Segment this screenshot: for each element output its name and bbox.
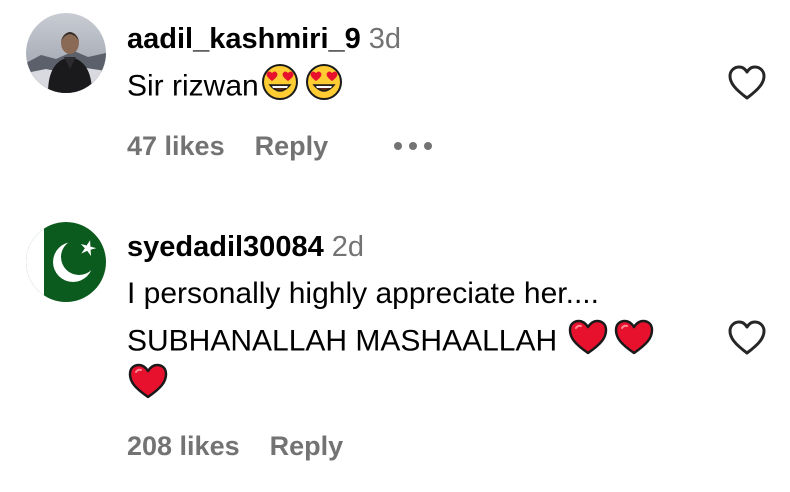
- comment-item: syedadil30084 2d I personally highly appr…: [0, 200, 790, 492]
- avatar[interactable]: [26, 222, 106, 302]
- comment-text-line-3: [127, 362, 169, 411]
- comment-body-line-1: I personally highly appreciate her....: [127, 277, 599, 310]
- likes-count[interactable]: 208 likes: [127, 431, 240, 461]
- like-heart-icon[interactable]: [727, 64, 767, 102]
- comment-meta: 208 likes Reply: [127, 429, 343, 463]
- likes-count[interactable]: 47 likes: [127, 131, 225, 161]
- comment-meta: 47 likes Reply: [127, 129, 328, 163]
- reply-button[interactable]: Reply: [270, 431, 344, 461]
- username-text[interactable]: aadil_kashmiri_9: [127, 23, 361, 55]
- comment-text-line-2: SUBHANALLAH MASHAALLAH: [127, 318, 655, 367]
- comment-body: Sir rizwan: [127, 69, 259, 103]
- comment-body-line-2: SUBHANALLAH MASHAALLAH: [127, 324, 558, 358]
- heart-eyes-emoji: [305, 63, 343, 112]
- red-heart-emoji: [567, 318, 609, 367]
- red-heart-emoji: [613, 318, 655, 367]
- comment-time: 3d: [368, 23, 402, 55]
- avatar[interactable]: [26, 13, 106, 93]
- comment-text: Sir rizwan: [127, 63, 343, 112]
- comment-text-line-1: I personally highly appreciate her....: [127, 274, 599, 314]
- like-heart-icon[interactable]: [727, 319, 767, 357]
- reply-button[interactable]: Reply: [255, 131, 329, 161]
- red-heart-emoji: [127, 362, 169, 411]
- comment-username[interactable]: aadil_kashmiri_9 3d: [127, 22, 401, 56]
- heart-eyes-emoji: [261, 63, 299, 112]
- comment-item: aadil_kashmiri_9 3d Sir rizwan 47 likes …: [0, 0, 790, 190]
- comment-username[interactable]: syedadil30084 2d: [127, 230, 364, 264]
- more-options-icon[interactable]: [392, 139, 434, 157]
- username-text[interactable]: syedadil30084: [127, 231, 324, 263]
- comment-time: 2d: [331, 231, 364, 263]
